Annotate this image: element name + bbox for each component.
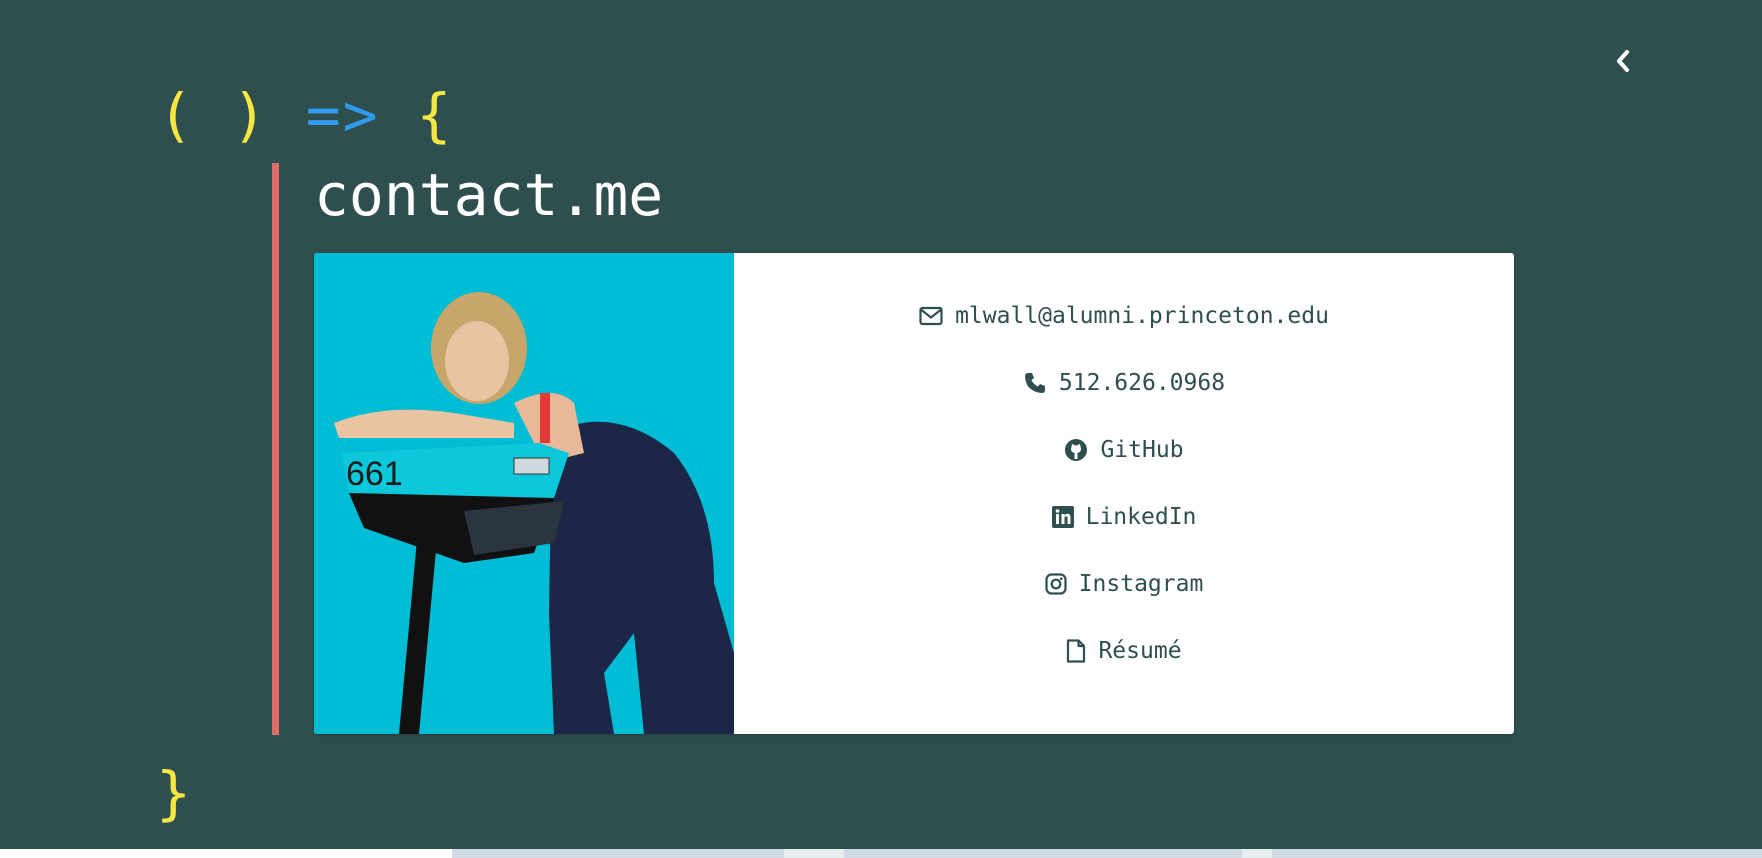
page: ( ) => { contact.me 661 mlwall@alumni.pr…: [0, 0, 1762, 858]
open-paren: (: [158, 81, 195, 149]
contact-links: mlwall@alumni.princeton.edu 512.626.0968: [734, 253, 1514, 734]
file-icon: [1066, 639, 1086, 663]
close-paren: ): [231, 81, 269, 149]
envelope-icon: [919, 306, 943, 326]
linkedin-link[interactable]: LinkedIn: [1051, 502, 1197, 532]
chevron-left-icon: [1617, 50, 1629, 72]
phone-label: 512.626.0968: [1058, 370, 1226, 396]
linkedin-icon: [1051, 506, 1074, 528]
resume-label: Résumé: [1098, 638, 1182, 664]
page-title: contact.me: [314, 161, 664, 229]
arrow-token: =>: [305, 81, 380, 149]
instagram-icon: [1045, 573, 1067, 595]
arrow-function-open: ( ) => {: [158, 80, 453, 150]
contact-card: 661 mlwall@alumni.princeton.edu 512.626.…: [314, 253, 1514, 734]
phone-link[interactable]: 512.626.0968: [1023, 368, 1225, 398]
close-brace: }: [156, 759, 191, 827]
section-accent-rule: [272, 163, 279, 735]
back-button[interactable]: [1608, 44, 1638, 78]
github-label: GitHub: [1100, 437, 1184, 463]
github-link[interactable]: GitHub: [1064, 435, 1184, 465]
bottom-strip: [0, 849, 1762, 858]
email-link[interactable]: mlwall@alumni.princeton.edu: [919, 301, 1329, 331]
instagram-link[interactable]: Instagram: [1045, 569, 1204, 599]
profile-photo: 661: [314, 253, 734, 734]
phone-icon: [1023, 371, 1047, 395]
mailbox-number: 661: [346, 455, 403, 493]
resume-link[interactable]: Résumé: [1066, 636, 1182, 666]
email-label: mlwall@alumni.princeton.edu: [955, 303, 1329, 329]
linkedin-label: LinkedIn: [1085, 504, 1197, 530]
github-icon: [1064, 438, 1088, 462]
instagram-label: Instagram: [1078, 571, 1204, 597]
open-brace: {: [416, 81, 454, 149]
